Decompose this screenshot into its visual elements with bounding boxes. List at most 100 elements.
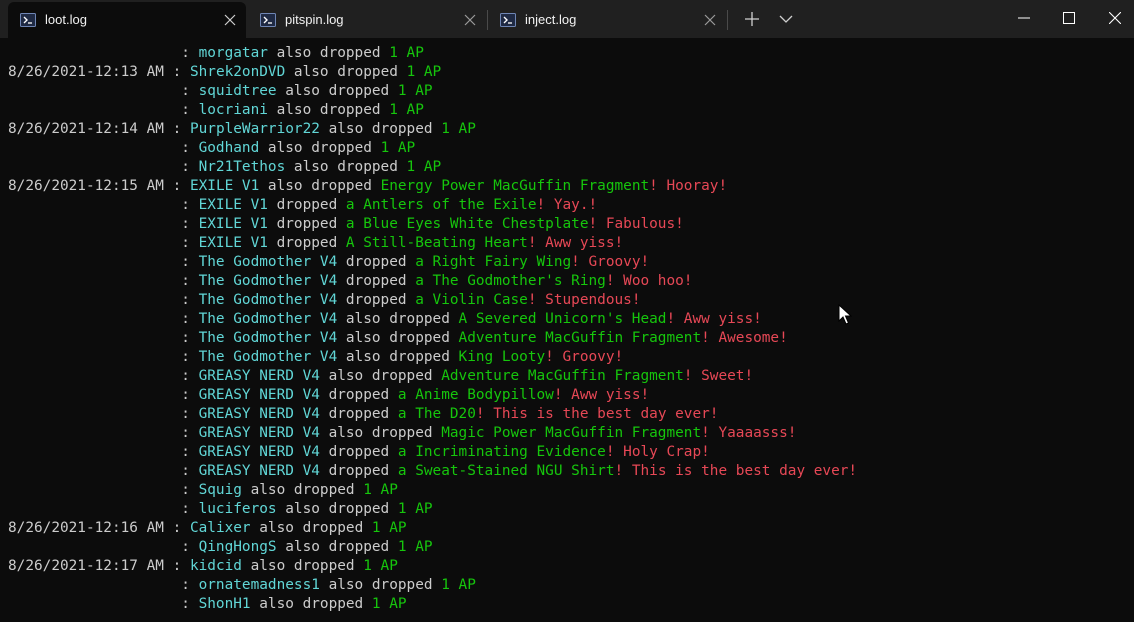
mouse-pointer-icon	[838, 304, 852, 325]
dropped-item: King Looty	[458, 349, 546, 365]
drop-verb: also dropped	[319, 121, 442, 137]
dropped-item: 1 AP	[397, 83, 433, 99]
terminal-output[interactable]: : morgatar also dropped 1 AP 8/26/2021-12…	[8, 44, 1128, 622]
close-tab-icon[interactable]	[459, 9, 481, 31]
exclamation: ! Yay.!	[536, 197, 598, 213]
exclamation: ! Aww yiss!	[666, 311, 762, 327]
log-line: : Squig also dropped 1 AP	[8, 481, 1128, 500]
exclamation: ! Woo hoo!	[605, 273, 693, 289]
player-name: EXILE V1	[198, 216, 268, 232]
exclamation: ! Sweet!	[683, 368, 754, 384]
log-timestamp: :	[8, 425, 199, 441]
log-line: : GREASY NERD V4 also dropped Magic Powe…	[8, 424, 1128, 443]
tab-label: pitspin.log	[285, 12, 344, 27]
log-line: : The Godmother V4 also dropped A Severe…	[8, 310, 1128, 329]
log-line: : ornatemadness1 also dropped 1 AP	[8, 576, 1128, 595]
log-timestamp: :	[8, 273, 199, 289]
dropped-item: a The Godmother's Ring	[415, 273, 606, 289]
player-name: The Godmother V4	[198, 330, 338, 346]
drop-verb: dropped	[319, 406, 398, 422]
minimize-button[interactable]	[1001, 0, 1047, 36]
log-timestamp: :	[8, 254, 199, 270]
player-name: luciferos	[198, 501, 277, 517]
log-timestamp: :	[8, 311, 199, 327]
drop-verb: also dropped	[337, 330, 459, 346]
log-line: : Godhand also dropped 1 AP	[8, 139, 1128, 158]
title-bar: loot.log pitspin.log inject.log	[0, 0, 1134, 38]
powershell-icon	[20, 13, 36, 27]
player-name: The Godmother V4	[198, 292, 338, 308]
dropped-item: a Anime Bodypillow	[397, 387, 554, 403]
player-name: The Godmother V4	[198, 311, 338, 327]
log-line: : The Godmother V4 dropped a Right Fairy…	[8, 253, 1128, 272]
log-timestamp: :	[8, 501, 199, 517]
tab-dropdown-button[interactable]	[772, 5, 800, 33]
drop-verb: also dropped	[337, 349, 459, 365]
player-name: GREASY NERD V4	[198, 425, 320, 441]
drop-verb: also dropped	[337, 311, 459, 327]
close-window-button[interactable]	[1092, 0, 1134, 36]
player-name: PurpleWarrior22	[189, 121, 320, 137]
dropped-item: a The D20	[397, 406, 476, 422]
dropped-item: 1 AP	[389, 102, 424, 118]
log-line: : The Godmother V4 dropped a Violin Case…	[8, 291, 1128, 310]
maximize-button[interactable]	[1046, 0, 1092, 36]
player-name: morgatar	[198, 45, 268, 61]
dropped-item: 1 AP	[380, 140, 416, 156]
log-timestamp: :	[8, 216, 199, 232]
player-name: ShonH1	[198, 596, 251, 612]
log-line: : The Godmother V4 also dropped King Loo…	[8, 348, 1128, 367]
drop-verb: dropped	[319, 387, 398, 403]
exclamation: ! This is the best day ever!	[614, 463, 858, 479]
exclamation: ! Groovy!	[545, 349, 624, 365]
player-name: The Godmother V4	[198, 273, 338, 289]
drop-verb: also dropped	[241, 558, 364, 574]
chevron-down-icon	[779, 15, 793, 23]
new-tab-button[interactable]	[738, 5, 766, 33]
log-line: 8/26/2021-12:17 AM : kidcid also dropped…	[8, 557, 1128, 576]
dropped-item: a Blue Eyes White Chestplate	[345, 216, 589, 232]
dropped-item: Magic Power MacGuffin Fragment	[441, 425, 702, 441]
log-line: : The Godmother V4 also dropped Adventur…	[8, 329, 1128, 348]
close-icon	[1109, 12, 1121, 24]
tab-label: loot.log	[45, 12, 87, 27]
tab-divider	[727, 10, 728, 30]
log-timestamp: :	[8, 140, 199, 156]
log-line: 8/26/2021-12:16 AM : Calixer also droppe…	[8, 519, 1128, 538]
dropped-item: 1 AP	[397, 501, 433, 517]
log-timestamp: :	[8, 482, 199, 498]
log-line: : EXILE V1 dropped a Blue Eyes White Che…	[8, 215, 1128, 234]
dropped-item: 1 AP	[397, 539, 433, 555]
player-name: The Godmother V4	[198, 349, 338, 365]
powershell-icon	[260, 13, 276, 27]
tab-loot-log[interactable]: loot.log	[8, 2, 246, 38]
log-timestamp: :	[8, 330, 199, 346]
dropped-item: 1 AP	[371, 520, 407, 536]
dropped-item: 1 AP	[363, 558, 398, 574]
player-name: Squig	[198, 482, 242, 498]
drop-verb: also dropped	[250, 596, 372, 612]
log-timestamp: :	[8, 102, 199, 118]
drop-verb: dropped	[267, 216, 346, 232]
log-line: : EXILE V1 dropped a Antlers of the Exil…	[8, 196, 1128, 215]
drop-verb: also dropped	[267, 102, 390, 118]
log-line: : morgatar also dropped 1 AP	[8, 44, 1128, 63]
dropped-item: Adventure MacGuffin Fragment	[458, 330, 702, 346]
log-line: : GREASY NERD V4 dropped a The D20! This…	[8, 405, 1128, 424]
log-timestamp: :	[8, 539, 199, 555]
player-name: GREASY NERD V4	[198, 444, 320, 460]
log-timestamp: :	[8, 596, 199, 612]
dropped-item: 1 AP	[406, 64, 442, 80]
log-timestamp: :	[8, 444, 199, 460]
log-timestamp: 8/26/2021-12:17 AM :	[8, 558, 190, 574]
close-tab-icon[interactable]	[219, 9, 241, 31]
player-name: GREASY NERD V4	[198, 463, 320, 479]
log-timestamp: 8/26/2021-12:16 AM :	[8, 520, 190, 536]
player-name: Calixer	[189, 520, 251, 536]
tab-inject-log[interactable]: inject.log	[488, 2, 726, 38]
exclamation: ! Aww yiss!	[527, 235, 624, 251]
close-tab-icon[interactable]	[699, 9, 721, 31]
dropped-item: a Violin Case	[415, 292, 528, 308]
tab-pitspin-log[interactable]: pitspin.log	[248, 2, 486, 38]
dropped-item: a Sweat-Stained NGU Shirt	[397, 463, 615, 479]
